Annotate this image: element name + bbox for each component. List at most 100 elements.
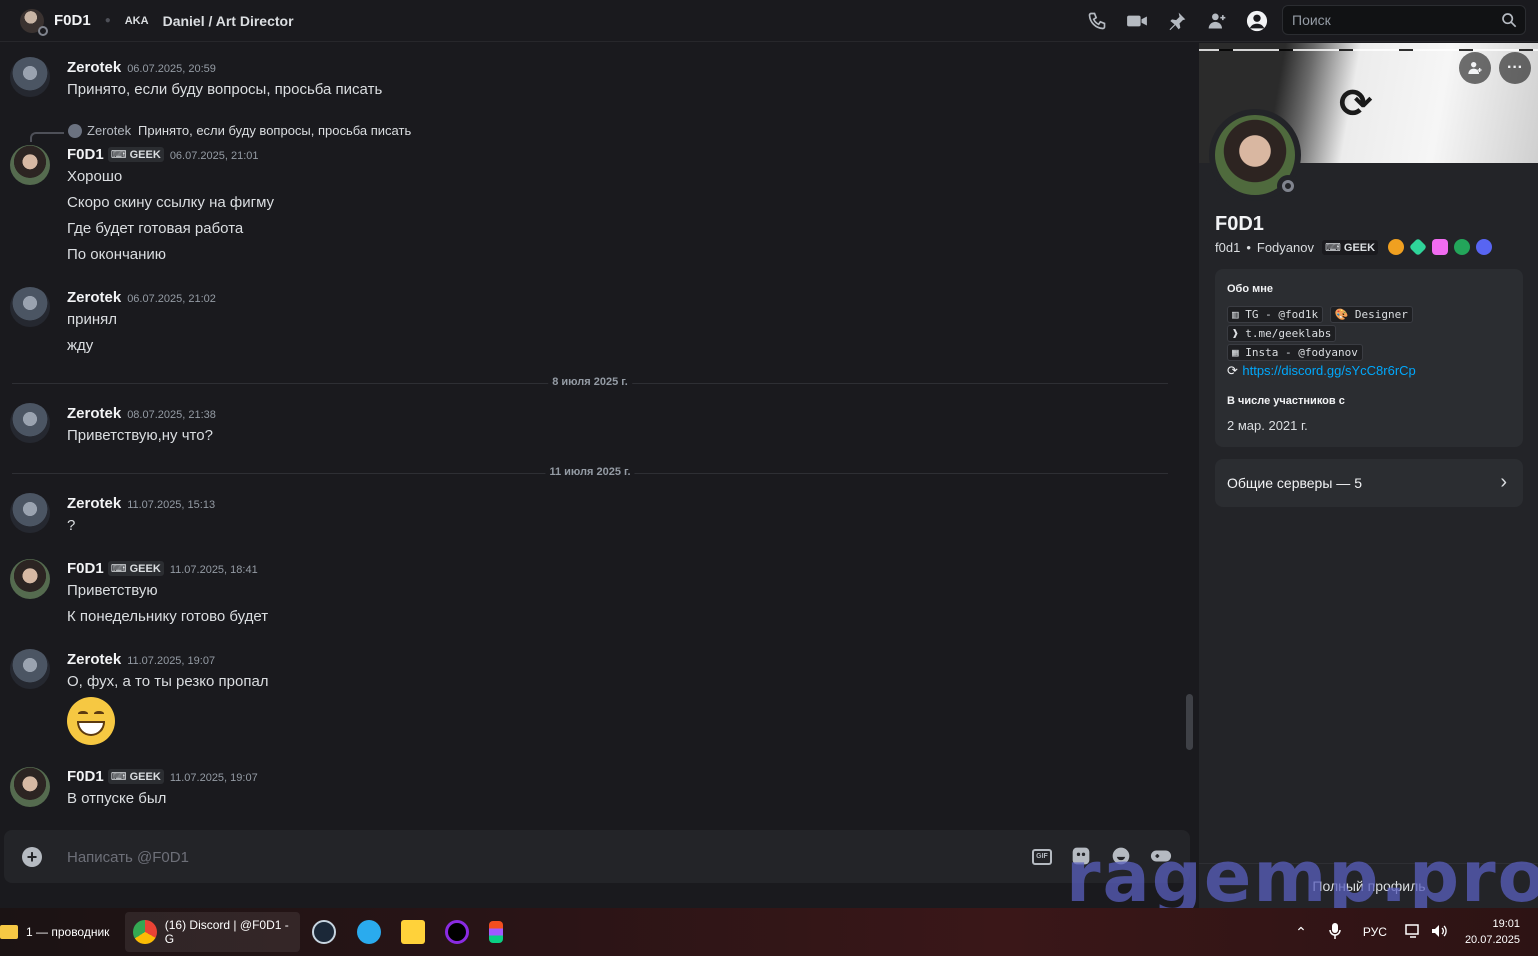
member-since-title: В числе участников с (1227, 395, 1345, 407)
header-avatar[interactable] (20, 8, 48, 36)
microphone-icon[interactable] (1329, 922, 1341, 942)
taskbar-app-circle[interactable] (445, 912, 469, 952)
avatar[interactable] (10, 287, 50, 327)
full-profile-link[interactable]: Полный профиль (1199, 863, 1538, 908)
emoji-picker-icon[interactable] (1110, 845, 1132, 867)
language-indicator[interactable]: РУС (1363, 925, 1387, 939)
activities-icon[interactable] (1150, 845, 1172, 867)
volume-icon[interactable] (1431, 924, 1447, 941)
sticker-icon[interactable] (1070, 845, 1092, 867)
message-author[interactable]: Zerotek 06.07.2025, 20:59 (67, 59, 216, 76)
message-author[interactable]: F0D1 ⌨ GEEK 11.07.2025, 19:07 (67, 768, 258, 785)
grinning-face-emoji[interactable] (67, 697, 115, 745)
system-tray: ⌃ РУС 19:01 20.07.2025 (1295, 908, 1538, 956)
header-username[interactable]: F0D1 (54, 12, 91, 29)
message-author[interactable]: Zerotek 11.07.2025, 15:13 (67, 495, 215, 512)
profile-display-name[interactable]: F0D1 (1215, 213, 1264, 236)
discord-invite-link[interactable]: https://discord.gg/sYcC8r6rCp (1242, 363, 1415, 378)
avatar[interactable] (10, 649, 50, 689)
avatar[interactable] (10, 559, 50, 599)
add-attachment-icon[interactable]: + (22, 847, 42, 867)
reply-author[interactable]: Zerotek (87, 123, 131, 138)
date-divider-label: 11 июля 2025 г. (545, 466, 635, 478)
message-text: По окончанию (67, 246, 167, 263)
guild-tag-badge[interactable]: ⌨ GEEK (107, 561, 164, 576)
tg-code: ▥ TG - @fod1k (1227, 306, 1324, 323)
taskbar-app[interactable] (401, 912, 425, 952)
profile-username-line: f0d1 • Fodyanov ⌨ GEEK (1215, 237, 1493, 257)
scrollbar-thumb[interactable] (1186, 694, 1193, 750)
orbs-badge-icon[interactable] (1476, 239, 1493, 255)
search-input[interactable] (1292, 12, 1492, 28)
guild-tag-badge[interactable]: ⌨ GEEK (107, 769, 164, 784)
hashtag-badge-icon[interactable] (1454, 239, 1471, 255)
taskbar-chrome-label: (16) Discord | @F0D1 - G (164, 918, 289, 946)
profile-avatar[interactable] (1209, 109, 1301, 201)
message-input[interactable] (67, 845, 967, 869)
status-offline-icon (1277, 175, 1299, 197)
quest-badge-icon[interactable] (1409, 237, 1428, 257)
header-aka-label: AKA (124, 14, 149, 27)
message-text: ? (67, 517, 76, 534)
show-hidden-icons-icon[interactable]: ⌃ (1295, 924, 1307, 941)
avatar[interactable] (10, 403, 50, 443)
video-call-icon[interactable] (1126, 10, 1148, 32)
gif-button[interactable]: GIF (1032, 849, 1052, 865)
add-friend-icon[interactable] (1206, 10, 1228, 32)
taskbar-figma[interactable] (489, 912, 503, 952)
avatar[interactable] (10, 57, 50, 97)
network-icon[interactable] (1405, 923, 1421, 941)
message-author[interactable]: F0D1 ⌨ GEEK 06.07.2025, 21:01 (67, 146, 259, 163)
message-list[interactable]: Zerotek 06.07.2025, 20:59 Принято, если б… (0, 43, 1196, 828)
add-friend-button[interactable] (1459, 52, 1491, 84)
reply-connector (30, 132, 64, 142)
geek-logo-icon: ⟳ (1227, 363, 1238, 378)
nitro-badge-icon[interactable] (1432, 239, 1449, 255)
message-timestamp: 11.07.2025, 15:13 (127, 499, 216, 511)
avatar[interactable] (10, 145, 50, 185)
message-author[interactable]: Zerotek 06.07.2025, 21:02 (67, 289, 216, 306)
reply-text[interactable]: Принято, если буду вопросы, просьба писа… (138, 123, 411, 138)
composer-toolbar: GIF (1032, 845, 1172, 867)
message-text: Хорошо (67, 168, 123, 185)
message-text: К понедельнику готово будет (67, 608, 269, 625)
folder-icon (0, 925, 18, 939)
message-text: Где будет готовая работа (67, 220, 244, 237)
steam-icon (312, 920, 336, 944)
phone-call-icon[interactable] (1086, 10, 1108, 32)
about-line: ❱ t.me/geeklabs (1227, 324, 1338, 342)
more-options-button[interactable]: ··· (1499, 52, 1531, 84)
about-line: ▥ TG - @fod1k 🎨 Designer (1227, 305, 1415, 323)
about-me-title: Обо мне (1227, 283, 1274, 295)
message-author[interactable]: F0D1 ⌨ GEEK 11.07.2025, 18:41 (67, 560, 258, 577)
taskbar-steam[interactable] (312, 912, 336, 952)
message-author[interactable]: Zerotek 11.07.2025, 19:07 (67, 651, 215, 668)
message-author[interactable]: Zerotek 08.07.2025, 21:38 (67, 405, 216, 422)
avatar[interactable] (10, 767, 50, 807)
date-divider: 8 июля 2025 г. (12, 376, 1168, 388)
mutual-servers-button[interactable]: Общие серверы — 5 › (1215, 459, 1523, 507)
profile-badges (1388, 237, 1493, 257)
banner-glitch-line (1199, 49, 1538, 51)
circle-app-icon (445, 920, 469, 944)
pin-icon[interactable] (1166, 10, 1188, 32)
user-profile-icon[interactable] (1246, 10, 1268, 32)
taskbar-telegram[interactable] (357, 912, 381, 952)
status-offline-icon (38, 25, 48, 36)
insta-code: ▦ Insta - @fodyanov (1227, 344, 1363, 361)
message-timestamp: 11.07.2025, 19:07 (127, 655, 216, 667)
guild-tag-badge[interactable]: ⌨ GEEK (107, 147, 164, 162)
guild-tag-badge[interactable]: ⌨ GEEK (1321, 239, 1379, 255)
profile-username[interactable]: f0d1 (1215, 240, 1240, 255)
sun-app-icon (401, 920, 425, 944)
clock[interactable]: 19:01 20.07.2025 (1465, 916, 1520, 948)
search-box[interactable] (1282, 5, 1526, 35)
taskbar-chrome[interactable]: (16) Discord | @F0D1 - G (125, 912, 300, 952)
message-text: Принято, если буду вопросы, просьба писа… (67, 81, 383, 98)
avatar[interactable] (10, 493, 50, 533)
date-divider-label: 8 июля 2025 г. (548, 376, 632, 388)
taskbar-explorer[interactable]: 1 — проводник (0, 912, 120, 952)
message-text: О, фух, а то ты резко пропал (67, 673, 269, 690)
boost-badge-icon[interactable] (1388, 239, 1405, 255)
username-separator: • (1246, 239, 1251, 255)
